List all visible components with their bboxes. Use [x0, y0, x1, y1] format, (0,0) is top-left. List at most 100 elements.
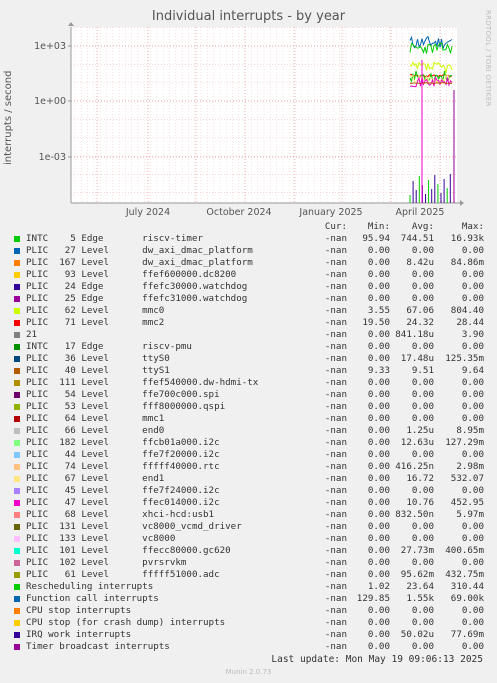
x-tick-label: October 2024	[206, 207, 271, 218]
col-avg: Avg:	[411, 221, 434, 232]
legend-avg-value: 23.64	[406, 581, 434, 592]
legend-row: Rescheduling interrupts -nan 1.02 23.64 310.…	[12, 581, 492, 593]
legend-max-value: 0.00	[461, 269, 484, 280]
legend-row: PLIC 45 Level ffe7f24000.i2c -nan 0.00 0.00…	[12, 485, 492, 497]
legend-min-value: 0.00	[367, 485, 390, 496]
legend-cur-value: -nan	[324, 305, 347, 316]
legend-swatch	[14, 536, 20, 542]
legend-max-value: 69.00k	[450, 593, 484, 604]
legend-avg-value: 1.25u	[406, 425, 434, 436]
legend-max-value: 0.00	[461, 641, 484, 652]
legend-cur-value: -nan	[324, 317, 347, 328]
legend-min-value: 0.00	[367, 401, 390, 412]
legend-avg-value: 0.00	[411, 245, 434, 256]
legend-cur-value: -nan	[324, 341, 347, 352]
legend-max-value: 0.00	[461, 401, 484, 412]
legend-row: Function call interrupts -nan 129.85 1.55k 6…	[12, 593, 492, 605]
legend-series-name: PLIC 54 Level ffe700c000.spi	[26, 389, 220, 400]
legend-min-value: 0.00	[367, 389, 390, 400]
legend-avg-value: 0.00	[411, 557, 434, 568]
legend-min-value: 0.00	[367, 353, 390, 364]
legend-swatch	[14, 284, 20, 290]
legend-row: CPU stop (for crash dump) interrupts -nan…	[12, 617, 492, 629]
legend-avg-value: 1.55k	[406, 593, 434, 604]
legend-series-name: PLIC 71 Level mmc2	[26, 317, 165, 328]
legend-row: Timer broadcast interrupts -nan 0.00 0.00 0.…	[12, 641, 492, 653]
legend-series-name: PLIC 45 Level ffe7f24000.i2c	[26, 485, 220, 496]
legend-row: PLIC 40 Level ttyS1 -nan 9.33 9.51 9.64	[12, 365, 492, 377]
legend-swatch	[14, 416, 20, 422]
legend-min-value: 95.94	[362, 233, 390, 244]
legend-avg-value: 95.62m	[400, 569, 434, 580]
legend-row: PLIC 71 Level mmc2 -nan 19.50 24.32 28.44	[12, 317, 492, 329]
legend-min-value: 0.00	[367, 473, 390, 484]
last-update: Last update: Mon May 19 09:06:13 2025	[271, 654, 483, 665]
legend-max-value: 0.00	[461, 413, 484, 424]
legend-avg-value: 0.00	[411, 485, 434, 496]
legend-max-value: 0.00	[461, 485, 484, 496]
legend-min-value: 129.85	[356, 593, 390, 604]
legend-min-value: 0.00	[367, 293, 390, 304]
legend-swatch	[14, 392, 20, 398]
legend-avg-value: 10.76	[406, 497, 434, 508]
col-max: Max:	[461, 221, 484, 232]
legend-cur-value: -nan	[324, 245, 347, 256]
legend-cur-value: -nan	[324, 533, 347, 544]
legend-min-value: 0.00	[367, 509, 390, 520]
legend-row: INTC 5 Edge riscv-timer -nan 95.94 744.51 16…	[12, 233, 492, 245]
legend-min-value: 0.00	[367, 377, 390, 388]
legend-max-value: 0.00	[461, 521, 484, 532]
legend-series-name: CPU stop interrupts	[26, 605, 132, 616]
legend-min-value: 9.33	[367, 365, 390, 376]
legend-row: PLIC 54 Level ffe700c000.spi -nan 0.00 0.00…	[12, 389, 492, 401]
legend-avg-value: 0.00	[411, 389, 434, 400]
legend-series-name: PLIC 102 Level pvrsrvkm	[26, 557, 187, 568]
legend-avg-value: 0.00	[411, 605, 434, 616]
legend-rows: INTC 5 Edge riscv-timer -nan 95.94 744.51 16…	[12, 233, 492, 653]
legend-max-value: 0.00	[461, 341, 484, 352]
legend-series-name: PLIC 68 Level xhci-hcd:usb1	[26, 509, 215, 520]
legend-avg-value: 27.73m	[400, 545, 434, 556]
legend-cur-value: -nan	[324, 437, 347, 448]
legend-row: CPU stop interrupts -nan 0.00 0.00 0.00	[12, 605, 492, 617]
legend-cur-value: -nan	[324, 545, 347, 556]
legend-min-value: 0.00	[367, 461, 390, 472]
legend-series-name: CPU stop (for crash dump) interrupts	[26, 617, 226, 628]
legend-max-value: 0.00	[461, 617, 484, 628]
legend-max-value: 125.35m	[445, 353, 484, 364]
legend-row: PLIC 25 Edge ffefc31000.watchdog -nan 0.00…	[12, 293, 492, 305]
legend-cur-value: -nan	[324, 389, 347, 400]
legend-min-value: 0.00	[367, 605, 390, 616]
legend-avg-value: 841.18u	[395, 329, 434, 340]
legend-series-name: PLIC 62 Level mmc0	[26, 305, 165, 316]
legend-cur-value: -nan	[324, 401, 347, 412]
legend-row: PLIC 53 Level fff8000000.qspi -nan 0.00 0.0…	[12, 401, 492, 413]
legend-row: INTC 17 Edge riscv-pmu -nan 0.00 0.00 0.00	[12, 341, 492, 353]
y-tick-label: 1e+03	[34, 41, 66, 52]
legend-max-value: 0.00	[461, 281, 484, 292]
legend-swatch	[14, 584, 20, 590]
legend-row: PLIC 24 Edge ffefc30000.watchdog -nan 0.00…	[12, 281, 492, 293]
legend-avg-value: 12.63u	[400, 437, 434, 448]
legend-series-name: 21	[26, 329, 38, 340]
legend-cur-value: -nan	[324, 557, 347, 568]
legend-row: PLIC 68 Level xhci-hcd:usb1 -nan 0.00 832.5…	[12, 509, 492, 521]
legend-avg-value: 0.00	[411, 401, 434, 412]
legend-min-value: 0.00	[367, 437, 390, 448]
legend-series-name: PLIC 101 Level ffecc80000.gc620	[26, 545, 231, 556]
legend-max-value: 0.00	[461, 245, 484, 256]
legend-swatch	[14, 512, 20, 518]
legend-cur-value: -nan	[324, 353, 347, 364]
legend-swatch	[14, 500, 20, 506]
legend-cur-value: -nan	[324, 365, 347, 376]
legend-swatch	[14, 476, 20, 482]
legend-row: PLIC 167 Level dw_axi_dmac_platform -nan 0…	[12, 257, 492, 269]
legend-swatch	[14, 296, 20, 302]
y-axis-arrow	[68, 22, 74, 26]
legend-min-value: 0.00	[367, 557, 390, 568]
legend-row: PLIC 44 Level ffe7f20000.i2c -nan 0.00 0.00…	[12, 449, 492, 461]
legend-swatch	[14, 260, 20, 266]
legend-avg-value: 0.00	[411, 269, 434, 280]
legend-cur-value: -nan	[324, 629, 347, 640]
legend-series-name: INTC 17 Edge riscv-pmu	[26, 341, 192, 352]
